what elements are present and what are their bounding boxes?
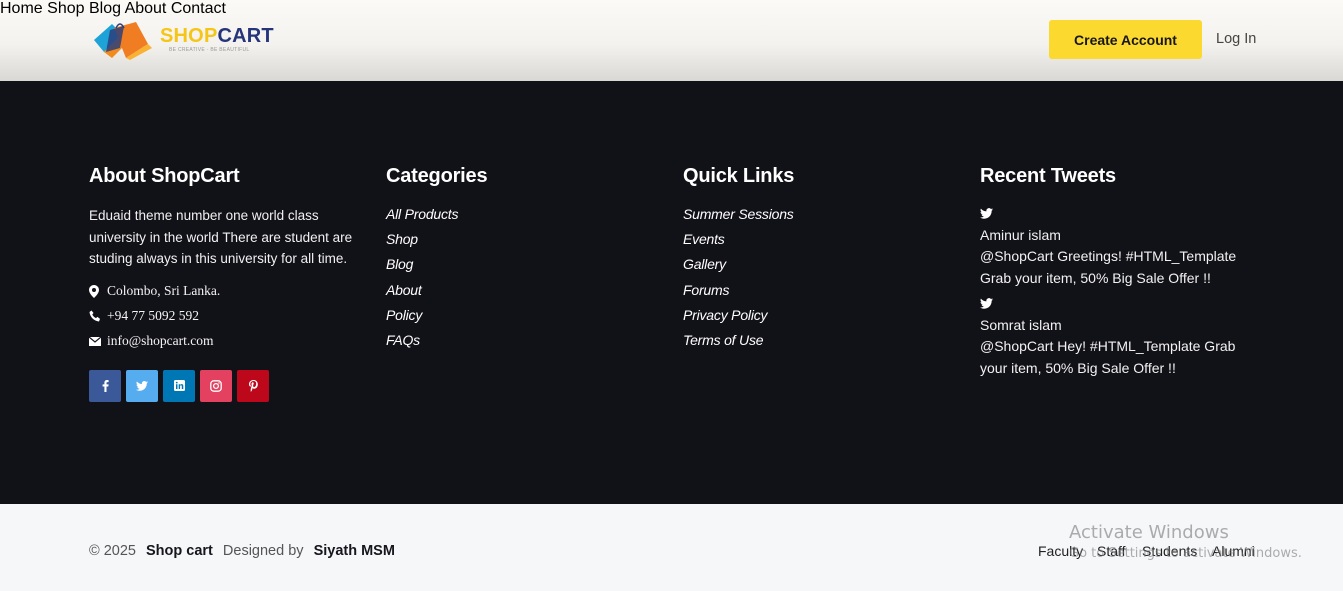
login-link[interactable]: Log In [1216,31,1256,47]
twitter-icon[interactable] [126,369,158,402]
logo-wordmark: SHOPCART [160,25,274,48]
quick-links-title: Quick Links [683,165,795,187]
create-account-button[interactable]: Create Account [1049,20,1202,59]
twitter-bird-icon [980,205,1242,221]
instagram-icon[interactable] [200,369,232,402]
watermark-subtitle: Go to Settings to activate Windows. [1069,546,1302,561]
facebook-icon[interactable] [89,369,121,402]
map-pin-icon [89,284,107,298]
about-title: About ShopCart [89,165,240,187]
category-link[interactable]: Blog [386,255,487,280]
quick-link[interactable]: Terms of Use [683,331,794,356]
phone-text[interactable]: +94 77 5092 592 [107,308,199,324]
quick-link[interactable]: Summer Sessions [683,205,794,230]
designed-by-label: Designed by [222,543,304,559]
footer-bottom: © 2025 Shop cart Designed by Siyath MSM … [0,504,1343,591]
categories-list: All Products Shop Blog About Policy FAQs [386,205,487,356]
activate-windows-watermark: Activate Windows Go to Settings to activ… [1069,522,1302,561]
quick-link[interactable]: Gallery [683,255,794,280]
tweet-author: Somrat islam [980,317,1062,333]
category-link[interactable]: FAQs [386,331,487,356]
envelope-icon [89,336,107,346]
tweet-item: Aminur islam @ShopCart Greetings! #HTML_… [980,205,1242,289]
phone-icon [89,310,107,322]
logo-tagline: BE CREATIVE · BE BEAUTIFUL [169,47,250,53]
email-text[interactable]: info@shopcart.com [107,333,214,349]
shopping-bags-icon [94,22,152,60]
about-text: Eduaid theme number one world class univ… [89,208,353,266]
category-link[interactable]: Policy [386,306,487,331]
phone-line: +94 77 5092 592 [89,307,367,326]
location-text: Colombo, Sri Lanka. [107,283,221,298]
footer-main: About ShopCart Eduaid theme number one w… [0,81,1343,504]
tweet-text: @ShopCart Hey! #HTML_Template Grab your … [980,338,1236,376]
twitter-bird-icon [980,295,1242,311]
tweet-text: @ShopCart Greetings! #HTML_Template Grab… [980,248,1237,286]
categories-column: Categories All Products Shop Blog About … [386,165,488,356]
quick-link[interactable]: Events [683,230,794,255]
nav-blog[interactable]: Blog [89,0,121,17]
tweets-column: Recent Tweets Aminur islam @ShopCart Gre… [980,165,1242,385]
category-link[interactable]: All Products [386,205,487,230]
logo-cart: CART [217,25,274,47]
copyright: © 2025 Shop cart Designed by Siyath MSM [89,543,401,559]
nav-shop[interactable]: Shop [47,0,84,17]
nav-home[interactable]: Home [0,0,43,17]
copyright-year: © 2025 [89,543,136,559]
tweet-author: Aminur islam [980,227,1061,243]
category-link[interactable]: About [386,281,487,306]
watermark-title: Activate Windows [1069,522,1229,543]
linkedin-icon[interactable] [163,369,195,402]
brand-link[interactable]: Shop cart [146,543,213,559]
nav-contact[interactable]: Contact [171,0,226,17]
social-links [89,369,367,402]
categories-title: Categories [386,165,488,187]
logo-shop: SHOP [160,25,218,47]
quick-links-column: Quick Links Summer Sessions Events Galle… [683,165,794,356]
designer-link[interactable]: Siyath MSM [314,543,395,559]
pinterest-icon[interactable] [237,369,269,402]
location-line: Colombo, Sri Lanka. [89,282,367,301]
tweet-item: Somrat islam @ShopCart Hey! #HTML_Templa… [980,295,1242,379]
email-line: info@shopcart.com [89,332,367,351]
site-header: SHOPCART BE CREATIVE · BE BEAUTIFUL Home… [0,0,1343,81]
quick-link[interactable]: Privacy Policy [683,306,794,331]
quick-links-list: Summer Sessions Events Gallery Forums Pr… [683,205,794,356]
shopcart-logo[interactable]: SHOPCART BE CREATIVE · BE BEAUTIFUL [92,18,274,62]
category-link[interactable]: Shop [386,230,487,255]
quick-link[interactable]: Forums [683,281,794,306]
nav-about[interactable]: About [125,0,167,17]
tweets-title: Recent Tweets [980,165,1116,187]
about-column: About ShopCart Eduaid theme number one w… [89,165,367,402]
